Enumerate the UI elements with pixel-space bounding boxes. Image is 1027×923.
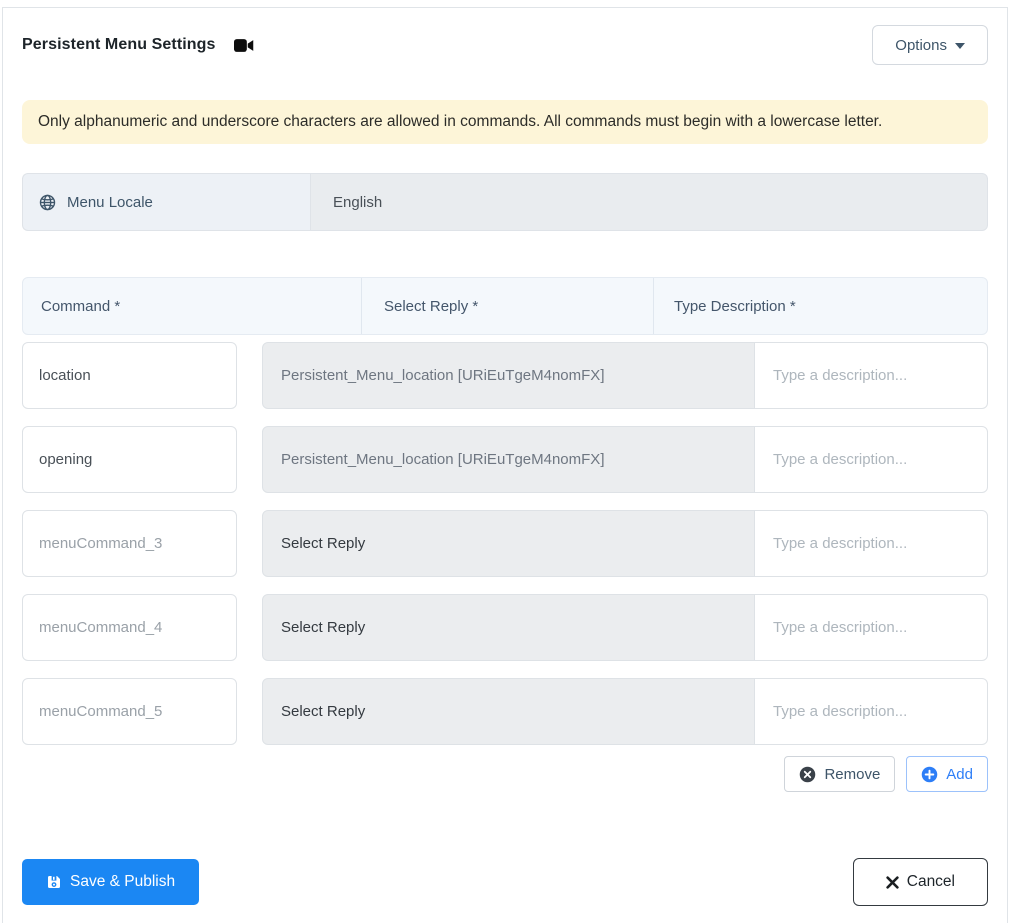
globe-icon — [39, 194, 56, 211]
options-button-label: Options — [895, 36, 947, 54]
remove-button[interactable]: Remove — [784, 756, 896, 792]
row-actions: Remove Add — [22, 756, 988, 792]
x-circle-icon — [799, 766, 816, 783]
header-select-reply: Select Reply * — [361, 278, 653, 334]
reply-select-value: Persistent_Menu_location [URiEuTgeM4nomF… — [281, 367, 605, 384]
add-button-label: Add — [946, 765, 973, 783]
command-rules-alert: Only alphanumeric and underscore charact… — [22, 100, 988, 144]
save-publish-button[interactable]: Save & Publish — [22, 859, 200, 905]
command-row: location Persistent_Menu_location [URiEu… — [22, 342, 988, 409]
menu-locale-value: English — [333, 193, 383, 211]
menu-locale-label: Menu Locale — [67, 193, 153, 211]
x-icon — [886, 875, 899, 889]
persistent-menu-settings-card: Persistent Menu Settings Options Only al… — [2, 7, 1008, 923]
reply-select-value: Select Reply — [281, 619, 366, 636]
save-publish-label: Save & Publish — [70, 873, 176, 890]
command-row: menuCommand_4 Select Reply Type a descri… — [22, 594, 988, 661]
card-footer: Save & Publish Cancel — [22, 858, 988, 906]
add-button[interactable]: Add — [906, 756, 988, 792]
reply-select-value: Select Reply — [281, 703, 366, 720]
cancel-button-label: Cancel — [906, 873, 955, 890]
description-input[interactable]: Type a description... — [754, 594, 988, 661]
description-input[interactable]: Type a description... — [754, 678, 988, 745]
command-row: opening Persistent_Menu_location [URiEuT… — [22, 426, 988, 493]
header-type-description: Type Description * — [653, 278, 987, 334]
remove-button-label: Remove — [824, 765, 881, 783]
command-rows: location Persistent_Menu_location [URiEu… — [22, 342, 988, 745]
command-input[interactable]: menuCommand_5 — [22, 678, 237, 745]
cancel-button[interactable]: Cancel — [852, 858, 988, 906]
reply-select-value: Persistent_Menu_location [URiEuTgeM4nomF… — [281, 451, 605, 468]
command-input[interactable]: menuCommand_3 — [22, 510, 237, 577]
options-button[interactable]: Options — [872, 25, 988, 65]
menu-locale-label-addon: Menu Locale — [22, 173, 310, 231]
reply-select[interactable]: Persistent_Menu_location [URiEuTgeM4nomF… — [262, 426, 755, 493]
menu-locale-group: Menu Locale English — [22, 173, 988, 231]
reply-select[interactable]: Select Reply — [262, 594, 755, 661]
reply-select[interactable]: Persistent_Menu_location [URiEuTgeM4nomF… — [262, 342, 755, 409]
commands-table-header: Command * Select Reply * Type Descriptio… — [22, 277, 988, 335]
command-input[interactable]: location — [22, 342, 237, 409]
menu-locale-select[interactable]: English — [311, 173, 988, 231]
command-input[interactable]: opening — [22, 426, 237, 493]
reply-select[interactable]: Select Reply — [262, 678, 755, 745]
command-input[interactable]: menuCommand_4 — [22, 594, 237, 661]
description-input[interactable]: Type a description... — [754, 426, 988, 493]
reply-select[interactable]: Select Reply — [262, 510, 755, 577]
video-camera-icon — [233, 38, 256, 53]
save-floppy-icon — [46, 874, 62, 890]
description-input[interactable]: Type a description... — [754, 342, 988, 409]
command-row: menuCommand_3 Select Reply Type a descri… — [22, 510, 988, 577]
command-row: menuCommand_5 Select Reply Type a descri… — [22, 678, 988, 745]
page-title: Persistent Menu Settings — [22, 36, 216, 53]
plus-circle-icon — [921, 766, 938, 783]
chevron-down-icon — [955, 43, 965, 49]
description-input[interactable]: Type a description... — [754, 510, 988, 577]
header-command: Command * — [41, 297, 121, 315]
reply-select-value: Select Reply — [281, 535, 366, 552]
alert-text: Only alphanumeric and underscore charact… — [38, 113, 883, 130]
card-header: Persistent Menu Settings Options — [22, 25, 988, 65]
